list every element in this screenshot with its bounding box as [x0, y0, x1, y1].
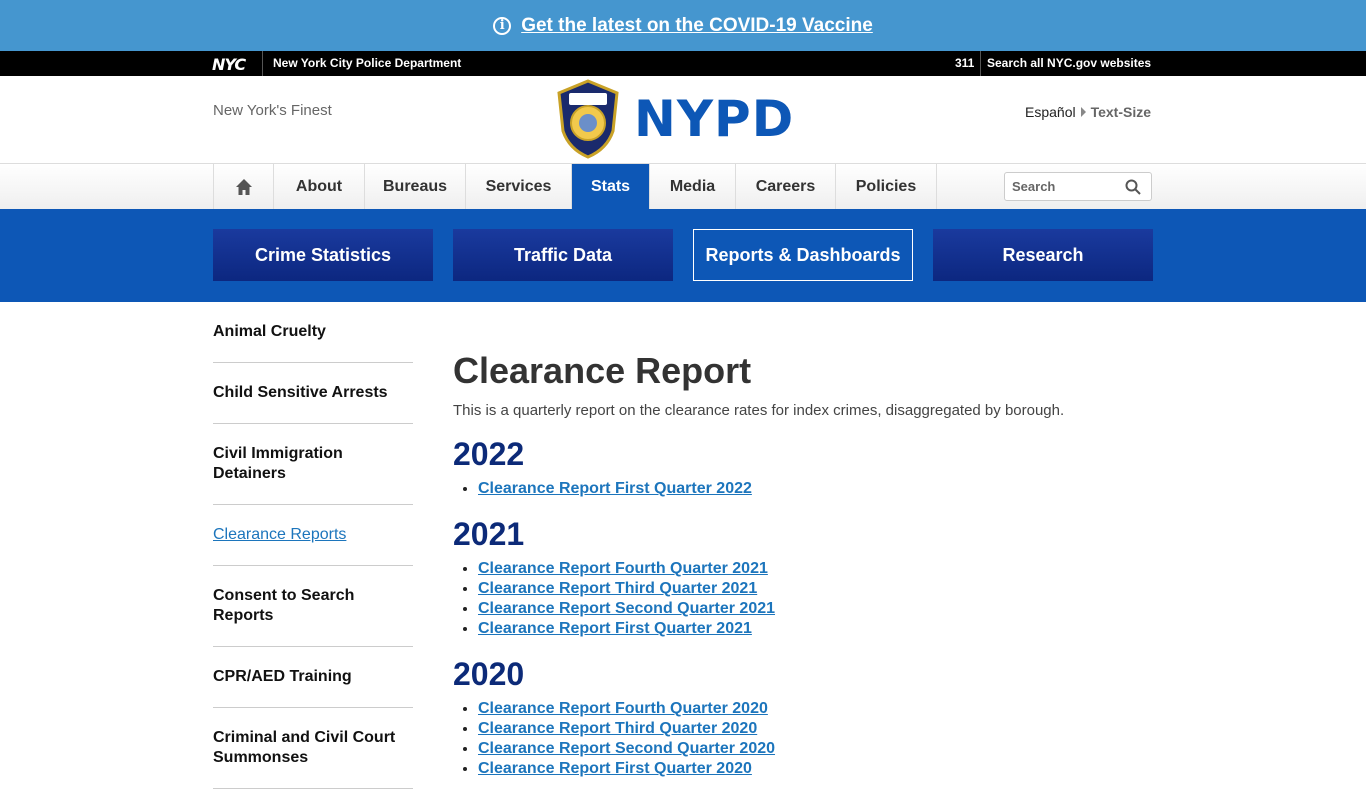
report-link[interactable]: Clearance Report Fourth Quarter 2021	[478, 560, 768, 577]
main-nav: About Bureaus Services Stats Media Caree…	[0, 163, 1366, 210]
sidebar-item-child-sensitive-arrests[interactable]: Child Sensitive Arrests	[213, 363, 413, 424]
crime-statistics-button[interactable]: Crime Statistics	[213, 229, 433, 281]
sidebar-item-cpr-aed-training[interactable]: CPR/AED Training	[213, 647, 413, 708]
nav-services[interactable]: Services	[466, 164, 572, 209]
year-heading: 2021	[453, 516, 525, 552]
report-link[interactable]: Clearance Report Fourth Quarter 2020	[478, 700, 768, 717]
traffic-data-button[interactable]: Traffic Data	[453, 229, 673, 281]
intro-text: This is a quarterly report on the cleara…	[453, 402, 1065, 419]
reports-dashboards-button[interactable]: Reports & Dashboards	[693, 229, 913, 281]
stats-subnav: Crime Statistics Traffic Data Reports & …	[0, 209, 1366, 302]
report-list: Clearance Report First Quarter 2022	[453, 479, 1213, 499]
sidebar-nav: Animal Cruelty Child Sensitive Arrests C…	[213, 302, 413, 789]
year-heading: 2020	[453, 656, 525, 692]
department-name: New York City Police Department	[273, 56, 462, 70]
nav-stats[interactable]: Stats	[572, 164, 650, 209]
report-link[interactable]: Clearance Report First Quarter 2022	[478, 480, 752, 497]
nav-policies[interactable]: Policies	[836, 164, 937, 209]
nyc-gov-bar: NYC New York City Police Department 311 …	[0, 51, 1366, 76]
research-button[interactable]: Research	[933, 229, 1153, 281]
report-link[interactable]: Clearance Report Third Quarter 2021	[478, 580, 757, 597]
sidebar-item-clearance-reports[interactable]: Clearance Reports	[213, 505, 413, 566]
nyc-logo[interactable]: NYC	[212, 55, 246, 74]
sidebar-item-court-summonses[interactable]: Criminal and Civil Court Summonses	[213, 708, 413, 789]
text-size-link[interactable]: Text-Size	[1091, 104, 1151, 120]
report-link[interactable]: Clearance Report First Quarter 2021	[478, 620, 752, 637]
list-item: Clearance Report Second Quarter 2021	[478, 599, 1213, 619]
home-icon	[235, 178, 252, 195]
list-item: Clearance Report First Quarter 2021	[478, 619, 1213, 639]
report-link[interactable]: Clearance Report Second Quarter 2021	[478, 600, 775, 617]
sidebar-item-animal-cruelty[interactable]: Animal Cruelty	[213, 302, 413, 363]
search-nyc-gov-link[interactable]: Search all NYC.gov websites	[987, 56, 1151, 70]
list-item: Clearance Report Fourth Quarter 2020	[478, 699, 1213, 719]
divider	[262, 51, 263, 76]
list-item: Clearance Report First Quarter 2022	[478, 479, 1213, 499]
list-item: Clearance Report Third Quarter 2021	[478, 579, 1213, 599]
nav-list: About Bureaus Services Stats Media Caree…	[213, 164, 937, 210]
year-heading: 2022	[453, 436, 525, 472]
divider	[980, 51, 981, 76]
report-list: Clearance Report Fourth Quarter 2021 Cle…	[453, 559, 1213, 639]
list-item: Clearance Report Third Quarter 2020	[478, 719, 1213, 739]
page-title: Clearance Report	[453, 350, 752, 391]
nypd-wordmark[interactable]: NYPD	[634, 90, 794, 148]
sidebar-item-civil-immigration-detainers[interactable]: Civil Immigration Detainers	[213, 424, 413, 505]
nav-bureaus[interactable]: Bureaus	[365, 164, 466, 209]
311-link[interactable]: 311	[955, 56, 974, 70]
covid-vaccine-link[interactable]: Get the latest on the COVID-19 Vaccine	[521, 15, 873, 37]
list-item: Clearance Report Second Quarter 2020	[478, 739, 1213, 759]
nypd-badge-logo[interactable]	[555, 79, 621, 159]
caret-right-icon	[1080, 107, 1086, 117]
search-input[interactable]	[1005, 173, 1115, 200]
site-header: New York's Finest NYPD Español Text-Size	[0, 76, 1366, 163]
main-content: Clearance Report This is a quarterly rep…	[453, 350, 1213, 779]
tagline: New York's Finest	[213, 102, 332, 119]
info-icon: i	[493, 16, 512, 35]
list-item: Clearance Report First Quarter 2020	[478, 759, 1213, 779]
alert-content: i Get the latest on the COVID-19 Vaccine	[493, 15, 873, 37]
sidebar-item-consent-to-search[interactable]: Consent to Search Reports	[213, 566, 413, 647]
nav-careers[interactable]: Careers	[736, 164, 836, 209]
nav-about[interactable]: About	[274, 164, 365, 209]
report-link[interactable]: Clearance Report Third Quarter 2020	[478, 720, 757, 737]
report-link[interactable]: Clearance Report Second Quarter 2020	[478, 740, 775, 757]
list-item: Clearance Report Fourth Quarter 2021	[478, 559, 1213, 579]
espanol-link[interactable]: Español	[1025, 104, 1076, 120]
site-search	[1004, 172, 1152, 201]
nav-media[interactable]: Media	[650, 164, 736, 209]
covid-alert-bar: i Get the latest on the COVID-19 Vaccine	[0, 0, 1366, 51]
report-list: Clearance Report Fourth Quarter 2020 Cle…	[453, 699, 1213, 779]
nav-home[interactable]	[214, 164, 274, 209]
report-link[interactable]: Clearance Report First Quarter 2020	[478, 760, 752, 777]
search-icon[interactable]	[1125, 179, 1141, 195]
language-controls: Español Text-Size	[1025, 104, 1151, 120]
